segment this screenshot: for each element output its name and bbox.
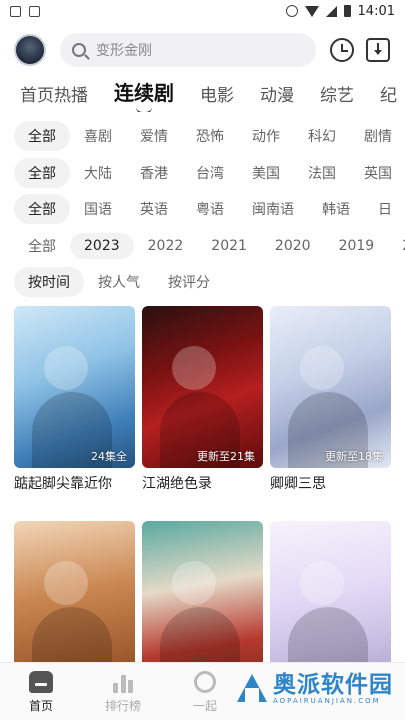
home-icon: [29, 671, 53, 693]
filter-chip-region[interactable]: 全部: [14, 157, 70, 188]
watermark-title: 奥派软件园: [273, 672, 393, 698]
episode-badge: 更新至21集: [197, 450, 255, 463]
drama-poster[interactable]: 更新至18集: [270, 306, 391, 468]
filter-chip-region[interactable]: 香港: [126, 158, 182, 188]
poster-figure: [300, 561, 344, 605]
poster-figure: [44, 561, 88, 605]
nav-label: 首页: [28, 699, 53, 713]
filter-chip-language[interactable]: 全部: [14, 194, 70, 225]
filter-row-sort: 按时间 按人气 按评分: [0, 264, 405, 301]
filter-chip-genre[interactable]: 恐怖: [182, 121, 238, 151]
filter-chip-genre[interactable]: 喜剧: [70, 121, 126, 151]
filter-chip-language[interactable]: 国语: [70, 194, 126, 224]
category-tab[interactable]: 连续剧: [114, 77, 174, 112]
category-tabs: 首页热播 连续剧 电影 动漫 综艺纪: [0, 76, 405, 112]
drama-card[interactable]: 更新至21集江湖绝色录: [142, 306, 263, 493]
nav-label: 排行榜: [104, 699, 141, 713]
category-tab[interactable]: 首页热播: [20, 81, 88, 112]
download-icon[interactable]: [366, 38, 390, 62]
filter-chip-year[interactable]: 2022: [134, 233, 198, 259]
drama-poster[interactable]: [14, 521, 135, 683]
search-box[interactable]: 变形金刚: [60, 33, 316, 67]
episode-badge: 更新至18集: [325, 450, 383, 463]
filter-chip-genre[interactable]: 爱情: [126, 121, 182, 151]
history-clock-icon[interactable]: [330, 38, 354, 62]
signal-icon: [325, 5, 337, 17]
user-avatar[interactable]: [14, 34, 46, 66]
drama-card[interactable]: [14, 521, 135, 683]
nav-item[interactable]: 排行榜: [82, 663, 164, 714]
watermark: 奥派软件园 AOPAIRUANJIAN.COM: [235, 672, 393, 706]
status-bar: 14:01: [0, 0, 405, 22]
filter-chip-genre[interactable]: 科幻: [294, 121, 350, 151]
ranking-icon: [111, 671, 135, 693]
watermark-logo-icon: [235, 672, 269, 706]
do-not-disturb-icon: [285, 5, 298, 17]
category-tab[interactable]: 动漫: [260, 81, 294, 112]
filter-chip-region[interactable]: 英国: [350, 158, 405, 188]
filter-chip-year[interactable]: 2023: [70, 232, 134, 259]
together-icon: [194, 671, 216, 693]
nav-label: 一起: [192, 699, 217, 713]
drama-poster[interactable]: 更新至21集: [142, 306, 263, 468]
search-placeholder: 变形金刚: [96, 43, 152, 59]
poster-figure: [172, 346, 216, 390]
status-notifications: [10, 5, 40, 17]
nav-item[interactable]: 一起: [164, 663, 246, 714]
top-bar: 变形金刚: [0, 28, 405, 72]
filter-chip-language[interactable]: 粤语: [182, 194, 238, 224]
filter-chip-region[interactable]: 美国: [238, 158, 294, 188]
filter-chip-year[interactable]: 2019: [325, 233, 389, 259]
category-tab[interactable]: 综艺: [320, 81, 354, 112]
filter-row-region: 全部 大陆 香港 台湾 美国 法国 英国: [0, 155, 405, 192]
poster-figure: [44, 346, 88, 390]
filter-chip-year[interactable]: 全部: [14, 231, 70, 261]
category-tab[interactable]: 电影: [200, 81, 234, 112]
drama-title[interactable]: 江湖绝色录: [142, 473, 263, 493]
notification-icon: [10, 5, 21, 17]
filter-chip-language[interactable]: 闽南语: [238, 194, 308, 224]
wifi-icon: [304, 5, 319, 17]
filter-chip-region[interactable]: 法国: [294, 158, 350, 188]
nav-item[interactable]: 首页: [0, 663, 82, 714]
filter-chip-year[interactable]: 2020: [261, 233, 325, 259]
poster-figure: [300, 346, 344, 390]
filter-chip-language[interactable]: 英语: [126, 194, 182, 224]
filter-chip-language[interactable]: 日: [364, 194, 405, 224]
filter-chip-year[interactable]: 2: [388, 233, 405, 259]
status-time: 14:01: [357, 3, 395, 19]
drama-title[interactable]: 踮起脚尖靠近你: [14, 473, 135, 493]
filter-chip-sort[interactable]: 按时间: [14, 267, 84, 298]
drama-card[interactable]: [142, 521, 263, 683]
filter-chip-region[interactable]: 台湾: [182, 158, 238, 188]
poster-figure: [172, 561, 216, 605]
filter-chip-sort[interactable]: 按评分: [154, 267, 224, 297]
filter-row-year: 全部202320222021202020192: [0, 228, 405, 265]
image-notification-icon: [29, 5, 40, 17]
filter-chip-genre[interactable]: 剧情: [350, 121, 405, 151]
drama-card[interactable]: 更新至18集卿卿三思: [270, 306, 391, 493]
watermark-url: AOPAIRUANJIAN.COM: [273, 697, 381, 705]
filter-row-language: 全部 国语 英语 粤语 闽南语 韩语日: [0, 191, 405, 228]
drama-card[interactable]: 24集全踮起脚尖靠近你: [14, 306, 135, 493]
drama-poster[interactable]: 24集全: [14, 306, 135, 468]
drama-title[interactable]: 卿卿三思: [270, 473, 391, 493]
drama-poster[interactable]: [142, 521, 263, 683]
filter-row-genre: 全部 喜剧 爱情 恐怖 动作 科幻 剧情: [0, 118, 405, 155]
filter-chip-year[interactable]: 2021: [197, 233, 261, 259]
category-tab[interactable]: 纪: [380, 81, 397, 112]
filter-chip-language[interactable]: 韩语: [308, 194, 364, 224]
filter-chip-sort[interactable]: 按人气: [84, 267, 154, 297]
status-indicators: 14:01: [285, 3, 395, 19]
filter-chip-region[interactable]: 大陆: [70, 158, 126, 188]
filter-panel: 全部 喜剧 爱情 恐怖 动作 科幻 剧情 全部 大陆 香港 台湾 美国 法国 英国 全部 国语 英语 粤语 闽南…: [0, 118, 405, 301]
search-icon: [72, 43, 86, 57]
drama-poster[interactable]: [270, 521, 391, 683]
filter-chip-genre[interactable]: 动作: [238, 121, 294, 151]
filter-chip-genre[interactable]: 全部: [14, 121, 70, 152]
battery-icon: [343, 5, 351, 17]
drama-card[interactable]: [270, 521, 391, 683]
episode-badge: 24集全: [91, 450, 127, 463]
